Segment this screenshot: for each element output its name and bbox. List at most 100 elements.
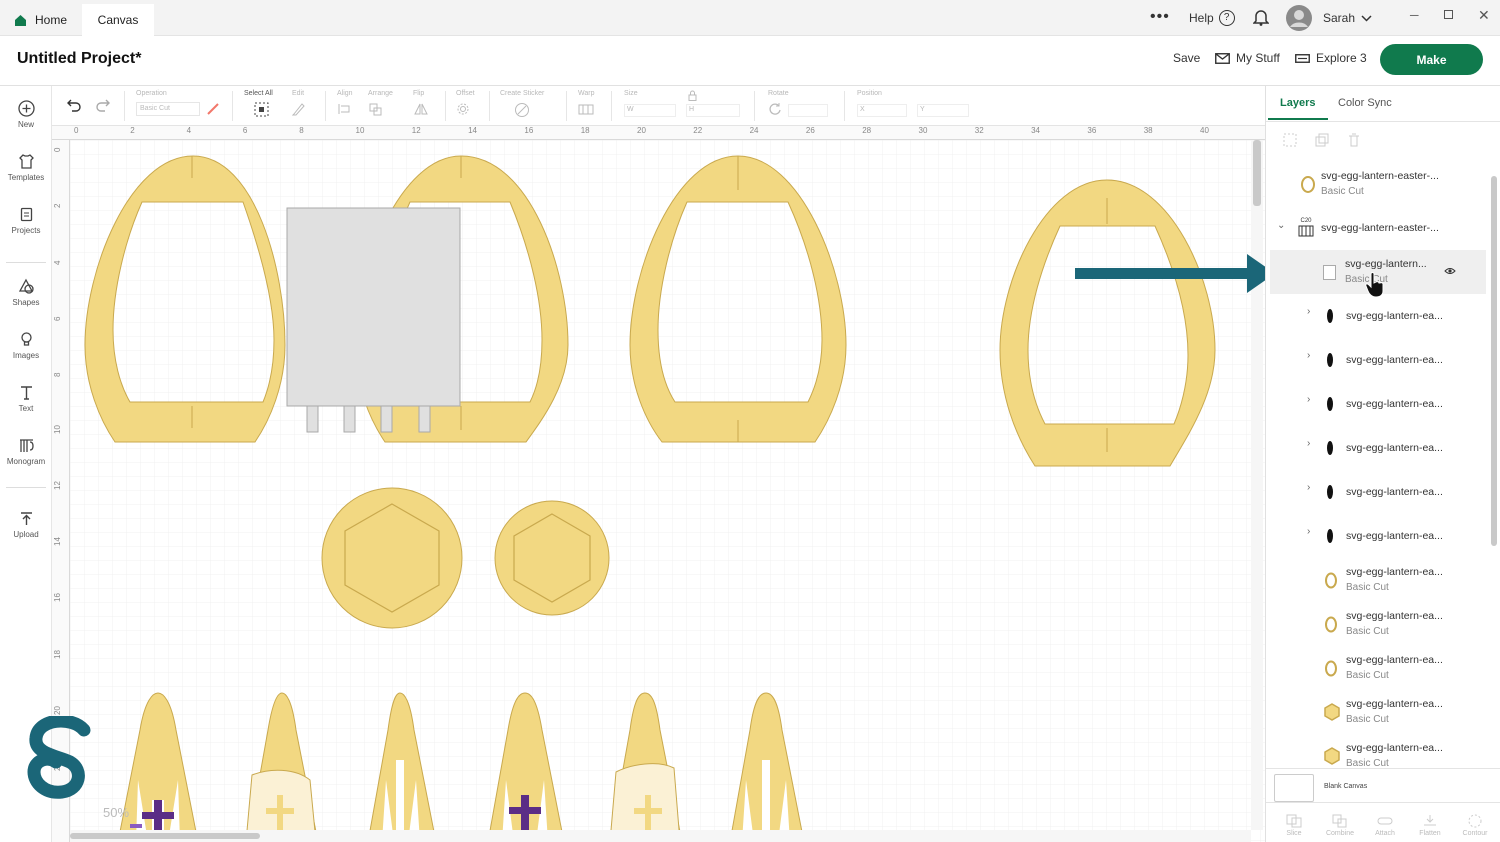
layer-item[interactable]: svg-egg-lantern-ea... Basic Cut: [1271, 558, 1485, 602]
operation-select[interactable]: Basic Cut: [136, 102, 200, 116]
layer-item[interactable]: svg-egg-lantern-easter-... Basic Cut: [1271, 162, 1485, 206]
chevron-right-icon[interactable]: ›: [1307, 438, 1310, 449]
explore-button[interactable]: Explore 3: [1295, 51, 1367, 65]
combine-button[interactable]: Combine: [1320, 814, 1360, 837]
circle-base-small[interactable]: [494, 500, 610, 616]
layer-item[interactable]: svg-egg-lantern-ea... Basic Cut: [1271, 690, 1485, 734]
redo-icon[interactable]: [95, 98, 111, 112]
nav-shapes[interactable]: Shapes: [0, 278, 52, 307]
project-title[interactable]: Untitled Project*: [17, 50, 141, 68]
chevron-right-icon[interactable]: ›: [1307, 306, 1310, 317]
offset-button[interactable]: Offset: [456, 90, 475, 115]
nav-templates[interactable]: Templates: [0, 153, 52, 182]
nav-projects[interactable]: Projects: [0, 206, 52, 235]
align-button[interactable]: Align: [337, 90, 353, 114]
canvas-artwork: [70, 140, 1265, 842]
minimize-button[interactable]: ─: [1410, 8, 1419, 22]
horizontal-scroll-thumb[interactable]: [70, 833, 260, 839]
layer-item[interactable]: › svg-egg-lantern-ea...: [1271, 470, 1485, 514]
design-canvas[interactable]: [70, 140, 1265, 842]
nav-upload-label: Upload: [13, 530, 39, 539]
layer-item[interactable]: › svg-egg-lantern-ea...: [1271, 382, 1485, 426]
contour-button[interactable]: Contour: [1455, 814, 1495, 837]
lock-icon[interactable]: [688, 90, 697, 101]
user-menu[interactable]: Sarah: [1323, 11, 1372, 25]
canvas-horizontal-scrollbar[interactable]: [70, 830, 1251, 842]
tab-home[interactable]: Home: [0, 4, 81, 36]
layer-item[interactable]: svg-egg-lantern-ea... Basic Cut: [1271, 734, 1485, 770]
chevron-right-icon[interactable]: ›: [1307, 394, 1310, 405]
height-input[interactable]: H: [686, 104, 740, 117]
group-layers-icon[interactable]: [1282, 132, 1298, 148]
gray-panel[interactable]: [286, 207, 461, 433]
blank-canvas-swatch[interactable]: [1274, 774, 1314, 802]
layer-operation: Basic Cut: [1346, 714, 1389, 725]
layer-item-selected[interactable]: svg-egg-lantern... Basic Cut: [1270, 250, 1486, 298]
chevron-right-icon[interactable]: ›: [1307, 350, 1310, 361]
mystuff-button[interactable]: My Stuff: [1215, 51, 1280, 65]
more-options-icon[interactable]: •••: [1150, 8, 1170, 26]
nav-upload[interactable]: Upload: [0, 510, 52, 539]
slice-button[interactable]: Slice: [1274, 814, 1314, 837]
nav-new[interactable]: New: [0, 100, 52, 129]
layer-item[interactable]: svg-egg-lantern-ea... Basic Cut: [1271, 602, 1485, 646]
vertical-scroll-thumb[interactable]: [1253, 140, 1261, 206]
maximize-button[interactable]: [1444, 10, 1453, 19]
ruler-tick: 2: [130, 126, 135, 135]
chevron-right-icon[interactable]: ›: [1307, 482, 1310, 493]
tab-canvas[interactable]: Canvas: [82, 4, 154, 36]
toolbar-divider: [844, 91, 845, 121]
trash-icon[interactable]: [1346, 132, 1362, 148]
layer-item[interactable]: › svg-egg-lantern-ea...: [1271, 426, 1485, 470]
chevron-down-icon[interactable]: ⌄: [1277, 220, 1285, 231]
avatar[interactable]: [1286, 5, 1312, 31]
tab-divider: [1266, 121, 1500, 122]
tab-layers[interactable]: Layers: [1280, 97, 1315, 109]
zoom-level[interactable]: 50%: [103, 805, 129, 820]
layer-name: svg-egg-lantern-ea...: [1346, 398, 1443, 410]
undo-icon[interactable]: [66, 98, 82, 112]
layer-name: svg-egg-lantern-ea...: [1346, 442, 1443, 454]
tab-color-sync[interactable]: Color Sync: [1338, 97, 1392, 109]
y-input[interactable]: Y: [917, 104, 969, 117]
close-icon[interactable]: ✕: [1478, 7, 1490, 24]
rotate-input[interactable]: [788, 104, 828, 117]
circle-base-large[interactable]: [321, 487, 463, 629]
nav-text[interactable]: Text: [0, 384, 52, 413]
nav-images[interactable]: Images: [0, 331, 52, 360]
help-button[interactable]: Help ?: [1189, 10, 1235, 26]
eye-icon[interactable]: [1444, 267, 1456, 275]
x-input[interactable]: X: [857, 104, 907, 117]
chevron-down-icon: [1361, 14, 1372, 22]
duplicate-icon[interactable]: [1314, 132, 1330, 148]
user-name: Sarah: [1323, 11, 1356, 25]
layer-item[interactable]: › svg-egg-lantern-ea...: [1271, 338, 1485, 382]
layer-item[interactable]: › svg-egg-lantern-ea...: [1271, 514, 1485, 558]
select-all-button[interactable]: Select All: [244, 90, 273, 117]
chevron-right-icon[interactable]: ›: [1307, 526, 1310, 537]
flatten-button[interactable]: Flatten: [1410, 814, 1450, 837]
warp-button[interactable]: Warp: [578, 90, 594, 115]
create-sticker-button[interactable]: Create Sticker: [500, 90, 544, 117]
layer-group[interactable]: ⌄ C20 svg-egg-lantern-easter-...: [1271, 206, 1485, 250]
layer-item[interactable]: svg-egg-lantern-ea... Basic Cut: [1271, 646, 1485, 690]
shapes-icon: [18, 278, 34, 294]
layer-name: svg-egg-lantern-ea...: [1346, 610, 1443, 622]
make-button[interactable]: Make: [1380, 44, 1483, 75]
layer-item[interactable]: › svg-egg-lantern-ea...: [1271, 294, 1485, 338]
layers-scrollbar[interactable]: [1490, 164, 1498, 764]
nav-monogram[interactable]: Monogram: [0, 437, 52, 466]
bell-icon[interactable]: [1253, 9, 1269, 26]
slice-label: Slice: [1286, 830, 1302, 837]
width-input[interactable]: W: [624, 104, 676, 117]
operation-group[interactable]: Operation Basic Cut: [136, 90, 226, 116]
save-button[interactable]: Save: [1173, 51, 1200, 65]
toolbar-divider: [611, 91, 612, 121]
attach-button[interactable]: Attach: [1365, 814, 1405, 837]
layers-scroll-thumb[interactable]: [1491, 176, 1497, 546]
flip-button[interactable]: Flip: [413, 90, 428, 115]
ruler-tick: 34: [1031, 126, 1040, 135]
canvas-vertical-scrollbar[interactable]: [1251, 140, 1263, 830]
edit-button[interactable]: Edit: [292, 90, 305, 116]
arrange-button[interactable]: Arrange: [368, 90, 393, 116]
